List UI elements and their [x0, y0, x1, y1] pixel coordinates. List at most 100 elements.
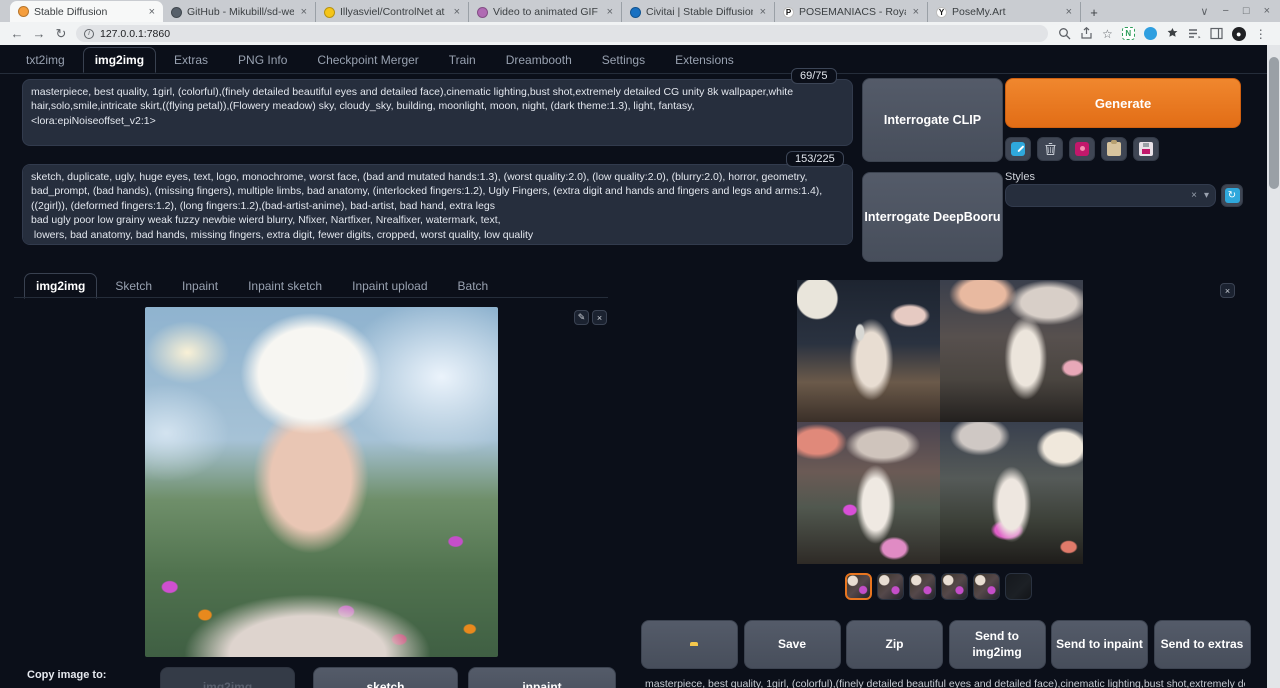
img2img-source-image[interactable] [145, 307, 498, 657]
subtab-batch[interactable]: Batch [446, 273, 501, 299]
extra-networks-button[interactable] [1069, 137, 1095, 161]
tab-train[interactable]: Train [437, 47, 488, 73]
tab-settings[interactable]: Settings [590, 47, 657, 73]
reload-icon[interactable]: ↻ [50, 26, 72, 42]
browser-tab-github[interactable]: GitHub - Mikubill/sd-webui-con × [163, 2, 316, 22]
refresh-styles-button[interactable]: ↻ [1221, 184, 1243, 207]
clear-prompt-button[interactable] [1037, 137, 1063, 161]
subtab-inpaint[interactable]: Inpaint [170, 273, 230, 299]
scrollbar-thumb[interactable] [1269, 57, 1279, 189]
extension-blue-icon[interactable] [1144, 27, 1157, 40]
subtab-img2img[interactable]: img2img [24, 273, 97, 299]
back-icon[interactable]: ← [6, 26, 28, 41]
edit-image-icon[interactable]: ✎ [574, 310, 589, 325]
zoom-icon[interactable] [1058, 27, 1071, 40]
bookmark-star-icon[interactable]: ☆ [1102, 27, 1113, 41]
site-info-icon[interactable]: i [84, 29, 94, 39]
share-icon[interactable] [1080, 27, 1093, 40]
remove-image-icon[interactable]: × [592, 310, 607, 325]
interrogate-clip-button[interactable]: Interrogate CLIP [862, 78, 1003, 162]
browser-tab-stable-diffusion[interactable]: Stable Diffusion × [10, 1, 163, 22]
copy-to-inpaint-button[interactable]: inpaint [468, 667, 616, 688]
generated-image-3[interactable] [797, 422, 940, 564]
prompt-token-counter: 69/75 [791, 68, 837, 84]
tab-extras[interactable]: Extras [162, 47, 220, 73]
gallery-thumbnail-3[interactable] [909, 573, 936, 600]
posemaniacs-favicon-icon: P [783, 7, 794, 18]
browser-toolbar: ← → ↻ i 127.0.0.1:7860 ☆ N ● ⋮ [0, 22, 1280, 45]
open-folder-button[interactable] [641, 620, 738, 669]
tab-png-info[interactable]: PNG Info [226, 47, 299, 73]
tab-search-icon[interactable]: ∨ [1200, 5, 1208, 18]
extensions-puzzle-icon[interactable] [1166, 27, 1179, 40]
styles-dropdown[interactable]: × ▾ [1005, 184, 1216, 207]
gallery-thumbnail-4[interactable] [941, 573, 968, 600]
copy-image-to-label: Copy image to: [27, 669, 106, 681]
subtab-sketch[interactable]: Sketch [103, 273, 164, 299]
browser-tab-posemaniacs[interactable]: P POSEMANIACS - Royalty free 3 × [775, 2, 928, 22]
browser-tab-gif-converter[interactable]: Video to animated GIF converter × [469, 2, 622, 22]
gallery-close-icon[interactable]: × [1220, 283, 1235, 298]
generated-image-2[interactable] [940, 280, 1083, 422]
gallery-thumbnail-1[interactable] [845, 573, 872, 600]
tab-close-icon[interactable]: × [911, 6, 921, 18]
zip-button[interactable]: Zip [846, 620, 943, 669]
menu-dots-icon[interactable]: ⋮ [1255, 27, 1267, 41]
copy-to-img2img-button[interactable]: img2img [160, 667, 295, 688]
tab-close-icon[interactable]: × [605, 6, 615, 18]
styles-label: Styles [1005, 171, 1035, 183]
tab-close-icon[interactable]: × [147, 6, 157, 18]
img2img-mode-tabs: img2img Sketch Inpaint Inpaint sketch In… [24, 273, 500, 299]
page-scrollbar[interactable] [1267, 45, 1280, 688]
browser-tab-controlnet[interactable]: Illyasviel/ControlNet at main × [316, 2, 469, 22]
civitai-favicon-icon [630, 7, 641, 18]
subtab-inpaint-upload[interactable]: Inpaint upload [340, 273, 439, 299]
tab-close-icon[interactable]: × [1064, 6, 1074, 18]
apply-style-button[interactable] [1101, 137, 1127, 161]
send-to-extras-button[interactable]: Send to extras [1154, 620, 1251, 669]
tab-txt2img[interactable]: txt2img [14, 47, 77, 73]
browser-tab-strip: Stable Diffusion × GitHub - Mikubill/sd-… [0, 0, 1280, 22]
tab-dreambooth[interactable]: Dreambooth [494, 47, 584, 73]
paste-generation-params-button[interactable] [1005, 137, 1031, 161]
tab-close-icon[interactable]: × [299, 6, 309, 18]
tab-extensions[interactable]: Extensions [663, 47, 746, 73]
gallery-thumbnail-2[interactable] [877, 573, 904, 600]
generated-image-1[interactable] [797, 280, 940, 422]
chevron-down-icon[interactable]: ▾ [1204, 190, 1209, 201]
minimize-icon[interactable]: − [1222, 5, 1228, 17]
styles-clear-icon[interactable]: × [1191, 190, 1197, 201]
generate-button[interactable]: Generate [1005, 78, 1241, 128]
address-bar[interactable]: i 127.0.0.1:7860 [76, 25, 1048, 42]
browser-tab-posemyart[interactable]: Y PoseMy.Art × [928, 2, 1081, 22]
save-floppy-icon [1139, 142, 1153, 156]
tab-list-icon[interactable] [1188, 27, 1201, 40]
url-text[interactable]: 127.0.0.1:7860 [100, 28, 170, 40]
maximize-icon[interactable]: □ [1243, 5, 1250, 17]
forward-icon[interactable]: → [28, 26, 50, 41]
prompt-input[interactable]: masterpiece, best quality, 1girl, (color… [22, 79, 853, 146]
save-style-button[interactable] [1133, 137, 1159, 161]
send-to-inpaint-button[interactable]: Send to inpaint [1051, 620, 1148, 669]
gallery-thumbnail-6[interactable] [1005, 573, 1032, 600]
side-panel-icon[interactable] [1210, 27, 1223, 40]
save-button[interactable]: Save [744, 620, 841, 669]
main-tab-bar: txt2img img2img Extras PNG Info Checkpoi… [14, 47, 746, 73]
browser-tab-civitai[interactable]: Civitai | Stable Diffusion model × [622, 2, 775, 22]
tab-img2img[interactable]: img2img [83, 47, 156, 73]
generated-image-4[interactable] [940, 422, 1083, 564]
gradio-favicon-icon [18, 6, 29, 17]
interrogate-deepbooru-button[interactable]: Interrogate DeepBooru [862, 172, 1003, 262]
tab-checkpoint-merger[interactable]: Checkpoint Merger [305, 47, 430, 73]
send-to-img2img-button[interactable]: Send to img2img [949, 620, 1046, 669]
gallery-thumbnail-5[interactable] [973, 573, 1000, 600]
profile-avatar[interactable]: ● [1232, 27, 1246, 41]
subtab-inpaint-sketch[interactable]: Inpaint sketch [236, 273, 334, 299]
copy-to-sketch-button[interactable]: sketch [313, 667, 458, 688]
tab-close-icon[interactable]: × [758, 6, 768, 18]
close-icon[interactable]: × [1264, 5, 1270, 17]
extension-n-icon[interactable]: N [1122, 27, 1135, 40]
negative-prompt-input[interactable]: sketch, duplicate, ugly, huge eyes, text… [22, 164, 853, 245]
new-tab-button[interactable]: + [1085, 3, 1103, 21]
tab-close-icon[interactable]: × [452, 6, 462, 18]
